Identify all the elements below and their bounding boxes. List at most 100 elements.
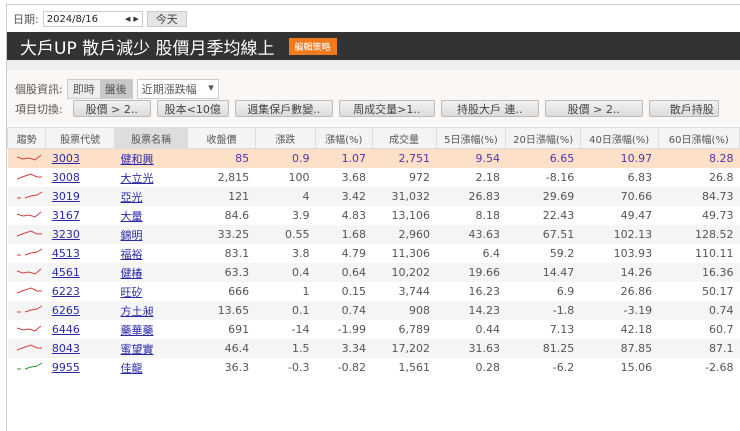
table-row[interactable]: 3019 亞光 121 4 3.42 31,032 26.83 29.69 70.66 84.73 — [7, 187, 740, 206]
column-header[interactable]: 成交量 — [371, 127, 437, 149]
table-row[interactable]: 3230 錦明 33.25 0.55 1.68 2,960 43.63 67.51 102.13… — [7, 225, 740, 244]
cell-d20: -1.8 — [505, 301, 581, 320]
column-header[interactable]: 股票代號 — [45, 127, 115, 149]
cell-vol: 908 — [372, 301, 436, 320]
cell-vol: 10,202 — [372, 263, 436, 282]
column-header[interactable]: 趨勢 — [6, 127, 47, 149]
cell-d60: 8.28 — [658, 148, 740, 168]
cell-pct: -1.99 — [337, 323, 367, 336]
column-header[interactable]: 5日漲幅(%) — [435, 127, 507, 149]
cell-close: 13.65 — [187, 301, 256, 320]
cell-close: 691 — [228, 323, 250, 336]
table-row[interactable]: 3003 健和興 85 0.9 1.07 2,751 9.54 6.65 10.97 8.28 — [7, 148, 740, 168]
stock-name-link[interactable]: 亞光 — [120, 191, 142, 204]
stock-name-link[interactable]: 福裕 — [120, 248, 142, 261]
cell-chg: 0.1 — [255, 301, 316, 320]
stock-name-link[interactable]: 大立光 — [120, 172, 153, 185]
stock-code-link[interactable]: 4513 — [52, 247, 80, 260]
table-row[interactable]: 8043 蜜望實 46.4 1.5 3.34 17,202 31.63 81.25 87.85 8… — [7, 339, 740, 358]
next-date-icon[interactable]: ▶ — [133, 15, 138, 23]
chevron-down-icon: ▾ — [208, 81, 214, 94]
stock-code-link[interactable]: 4561 — [52, 266, 80, 279]
stock-code-link[interactable]: 6446 — [52, 323, 80, 336]
cell-pct: 4.79 — [341, 247, 367, 260]
cell-close: 666 — [228, 285, 250, 298]
cell-d20: 6.65 — [505, 148, 581, 168]
after-hours-button[interactable]: 盤後 — [99, 80, 132, 98]
cell-close: 36.3 — [224, 361, 250, 374]
table-row[interactable]: 4513 福裕 83.1 3.8 4.79 11,306 6.4 59.2 103.93 110.… — [8, 244, 740, 263]
stock-code-link[interactable]: 9955 — [52, 361, 80, 374]
column-header[interactable]: 60日漲幅(%) — [657, 127, 740, 149]
cell-d5: 16.23 — [468, 285, 500, 298]
stock-name-link[interactable]: 方土昶 — [120, 305, 153, 318]
column-header[interactable]: 20日漲幅(%) — [505, 127, 581, 149]
cell-d20: -6.2 — [552, 361, 575, 374]
filter-button[interactable]: 散戶持股 — [648, 100, 719, 117]
filter-button[interactable]: 股本<10億 — [156, 100, 229, 117]
cell-close: 83.1 — [224, 247, 250, 260]
trend-sparkline — [7, 339, 46, 358]
cell-d60: 0.74 — [658, 301, 740, 320]
stock-code-link[interactable]: 3167 — [52, 209, 80, 222]
cell-vol: 13,106 — [391, 209, 431, 222]
column-header[interactable]: 收盤價 — [187, 127, 256, 149]
stock-code-link[interactable]: 3008 — [52, 171, 80, 184]
filter-button[interactable]: 股價 > 2.. — [544, 100, 643, 117]
today-button[interactable]: 今天 — [146, 11, 187, 27]
table-row[interactable]: 6223 旺矽 666 1 0.15 3,744 16.23 6.9 26.86 50.17 — [8, 282, 740, 301]
stock-name-link[interactable]: 旺矽 — [120, 286, 142, 299]
stock-code-link[interactable]: 8043 — [52, 342, 80, 355]
cell-chg: 3.9 — [292, 209, 310, 222]
trend-sparkline — [8, 358, 46, 377]
stock-name-link[interactable]: 藥華藥 — [120, 324, 153, 337]
cell-d60: 26.8 — [709, 171, 734, 184]
cell-pct: 0.74 — [315, 301, 373, 320]
table-row[interactable]: 3167 大量 84.6 3.9 4.83 13,106 8.18 22.43 49.47 49.… — [8, 206, 740, 225]
cell-chg: 4 — [255, 187, 316, 206]
info-dropdown[interactable]: 近期漲跌幅 ▾ — [136, 79, 219, 99]
cell-d20: 22.43 — [542, 209, 575, 222]
table-row[interactable]: 9955 佳龍 36.3 -0.3 -0.82 1,561 0.28 -6.2 15.06 -2.… — [8, 358, 740, 377]
prev-date-icon[interactable]: ◀ — [125, 15, 130, 23]
cell-pct: 0.64 — [315, 263, 373, 282]
column-header[interactable]: 漲幅(%) — [315, 127, 373, 149]
cell-vol: 31,032 — [372, 187, 436, 206]
cell-d40: 26.86 — [620, 285, 653, 298]
table-row[interactable]: 4561 健椿 63.3 0.4 0.64 10,202 19.66 14.47 14.26 16… — [7, 263, 740, 282]
column-header[interactable]: 漲跌 — [254, 127, 317, 149]
edit-strategy-button[interactable]: 編輯策略 — [288, 37, 337, 55]
stock-code-link[interactable]: 6223 — [52, 285, 80, 298]
cell-vol: 972 — [409, 171, 430, 184]
table-row[interactable]: 6446 藥華藥 691 -14 -1.99 6,789 0.44 7.13 42.18 60.7 — [8, 320, 740, 339]
stock-name-link[interactable]: 大量 — [120, 210, 142, 223]
stock-code-link[interactable]: 3003 — [52, 152, 80, 165]
column-header[interactable]: 40日漲幅(%) — [579, 127, 659, 149]
filter-button[interactable]: 持股大戶 連.. — [440, 100, 539, 117]
cell-d60: 84.73 — [658, 187, 740, 206]
stock-name-link[interactable]: 蜜望實 — [120, 343, 153, 356]
table-row[interactable]: 6265 方土昶 13.65 0.1 0.74 908 14.23 -1.8 -3.19 0.74 — [7, 301, 740, 320]
cell-close: 85 — [187, 148, 256, 168]
cell-vol: 17,202 — [372, 339, 436, 358]
stock-name-link[interactable]: 佳龍 — [120, 362, 142, 375]
stock-code-link[interactable]: 3019 — [52, 190, 80, 203]
stock-code-link[interactable]: 6265 — [52, 304, 80, 317]
cell-d60: 110.11 — [695, 247, 734, 260]
filter-button[interactable]: 股價 > 2.. — [72, 100, 151, 117]
stock-name-link[interactable]: 錦明 — [120, 229, 142, 242]
filter-button[interactable]: 周成交量>1.. — [338, 100, 435, 117]
cell-chg: -0.3 — [288, 361, 310, 374]
column-header[interactable]: 股票名稱 — [113, 127, 189, 149]
date-input[interactable]: 2024/8/16 ◀ ▶ — [42, 11, 143, 27]
cell-close: 2,815 — [217, 171, 250, 184]
cell-d40: 10.97 — [580, 148, 659, 168]
cell-d40: 49.47 — [620, 209, 653, 222]
realtime-button[interactable]: 即時 — [67, 80, 100, 98]
filter-button[interactable]: 週集保戶數變.. — [234, 100, 333, 117]
table-row[interactable]: 3008 大立光 2,815 100 3.68 972 2.18 -8.16 6.83 26.8 — [8, 168, 740, 187]
stock-name-link[interactable]: 健椿 — [120, 267, 142, 280]
stock-name-link[interactable]: 健和興 — [120, 153, 153, 166]
cell-d20: 29.69 — [505, 187, 581, 206]
stock-code-link[interactable]: 3230 — [52, 228, 80, 241]
